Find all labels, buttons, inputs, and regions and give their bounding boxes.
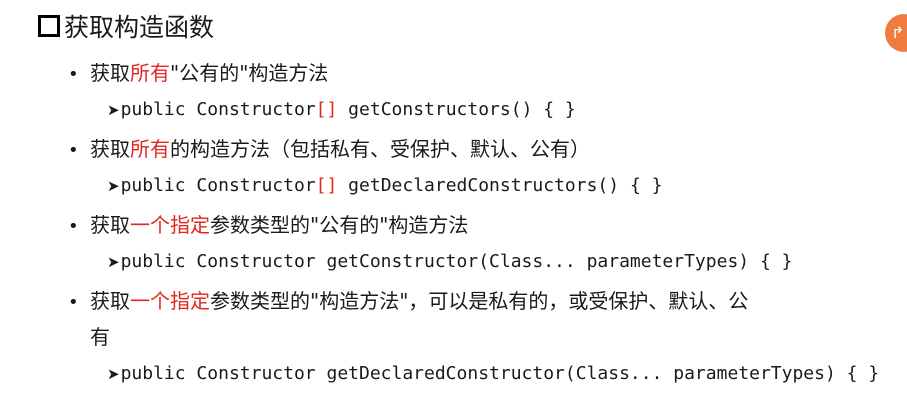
list-item: • 获取一个指定参数类型的"构造方法"，可以是私有的，或受保护、默认、公 <box>68 286 748 318</box>
square-bullet-icon <box>38 15 60 37</box>
arrow-bullet-icon: ➤ <box>107 177 120 195</box>
title-text: 获取构造函数 <box>64 13 215 42</box>
list-item: • 获取所有的构造方法（包括私有、受保护、默认、公有） <box>68 134 590 166</box>
exit-icon[interactable]: ↱ <box>885 14 907 52</box>
bullet-dot-icon: • <box>68 64 79 85</box>
bullet-dot-icon: • <box>68 292 79 313</box>
code-line: ➤public Constructor getDeclaredConstruct… <box>107 363 880 384</box>
arrow-bullet-icon: ➤ <box>107 365 120 383</box>
code-line: ➤public Constructor getConstructor(Class… <box>107 251 793 272</box>
slide-title: 获取构造函数 <box>38 10 214 46</box>
code-line: ➤public Constructor[] getConstructors() … <box>107 99 576 120</box>
list-item: • 获取所有"公有的"构造方法 <box>68 58 328 90</box>
bullet-dot-icon: • <box>68 216 79 237</box>
list-item: • 获取一个指定参数类型的"公有的"构造方法 <box>68 210 468 242</box>
code-line: ➤public Constructor[] getDeclaredConstru… <box>107 175 663 196</box>
arrow-bullet-icon: ➤ <box>107 101 120 119</box>
list-item-continuation: 有 <box>90 325 110 349</box>
arrow-bullet-icon: ➤ <box>107 253 120 271</box>
bullet-dot-icon: • <box>68 140 79 161</box>
